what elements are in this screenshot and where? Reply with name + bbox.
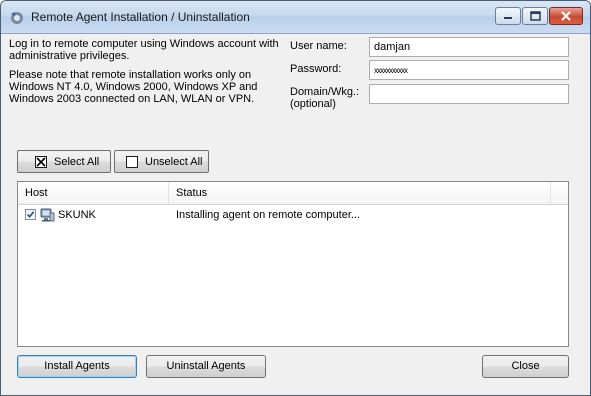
domain-field[interactable] bbox=[369, 84, 569, 104]
info-text: Log in to remote computer using Windows … bbox=[9, 38, 281, 112]
select-all-button[interactable]: Select All bbox=[17, 150, 111, 173]
minimize-icon bbox=[504, 17, 512, 19]
host-status: Installing agent on remote computer... bbox=[176, 209, 361, 221]
username-label: User name: bbox=[290, 40, 347, 52]
unselect-all-button[interactable]: Unselect All bbox=[114, 150, 209, 173]
unselect-all-label: Unselect All bbox=[145, 155, 203, 168]
window-title: Remote Agent Installation / Uninstallati… bbox=[31, 10, 250, 24]
domain-label: Domain/Wkg.: (optional) bbox=[290, 86, 359, 110]
close-icon bbox=[561, 11, 571, 21]
install-agents-button[interactable]: Install Agents bbox=[17, 355, 137, 378]
table-row[interactable]: SKUNK Installing agent on remote compute… bbox=[18, 205, 568, 225]
host-name: SKUNK bbox=[58, 209, 96, 221]
title-bar[interactable]: Remote Agent Installation / Uninstallati… bbox=[1, 1, 590, 34]
column-header-host[interactable]: Host bbox=[18, 182, 169, 204]
username-field[interactable] bbox=[369, 37, 569, 57]
password-label: Password: bbox=[290, 63, 342, 75]
list-header: Host Status bbox=[18, 182, 568, 205]
select-all-label: Select All bbox=[54, 155, 100, 168]
info-login-text: Log in to remote computer using Windows … bbox=[9, 38, 279, 62]
checkmark-icon bbox=[26, 211, 35, 219]
computer-icon bbox=[39, 207, 55, 223]
maximize-icon bbox=[530, 11, 541, 21]
password-field[interactable] bbox=[369, 60, 569, 80]
host-list[interactable]: Host Status SKUNK Installing agent on re… bbox=[17, 181, 569, 347]
close-button[interactable]: Close bbox=[482, 355, 569, 378]
close-window-button[interactable] bbox=[549, 7, 583, 25]
dialog-window: Remote Agent Installation / Uninstallati… bbox=[0, 0, 591, 396]
row-checkbox[interactable] bbox=[25, 209, 36, 220]
agent-icon bbox=[9, 10, 25, 26]
domain-label-line2: (optional) bbox=[290, 98, 336, 110]
checked-box-icon bbox=[35, 155, 47, 168]
column-header-status[interactable]: Status bbox=[169, 182, 551, 204]
empty-box-icon bbox=[126, 155, 138, 168]
maximize-button[interactable] bbox=[522, 7, 548, 25]
domain-label-line1: Domain/Wkg.: bbox=[290, 86, 360, 98]
minimize-button[interactable] bbox=[495, 7, 521, 25]
info-note-text: Please note that remote installation wor… bbox=[9, 69, 258, 105]
uninstall-agents-button[interactable]: Uninstall Agents bbox=[146, 355, 266, 378]
